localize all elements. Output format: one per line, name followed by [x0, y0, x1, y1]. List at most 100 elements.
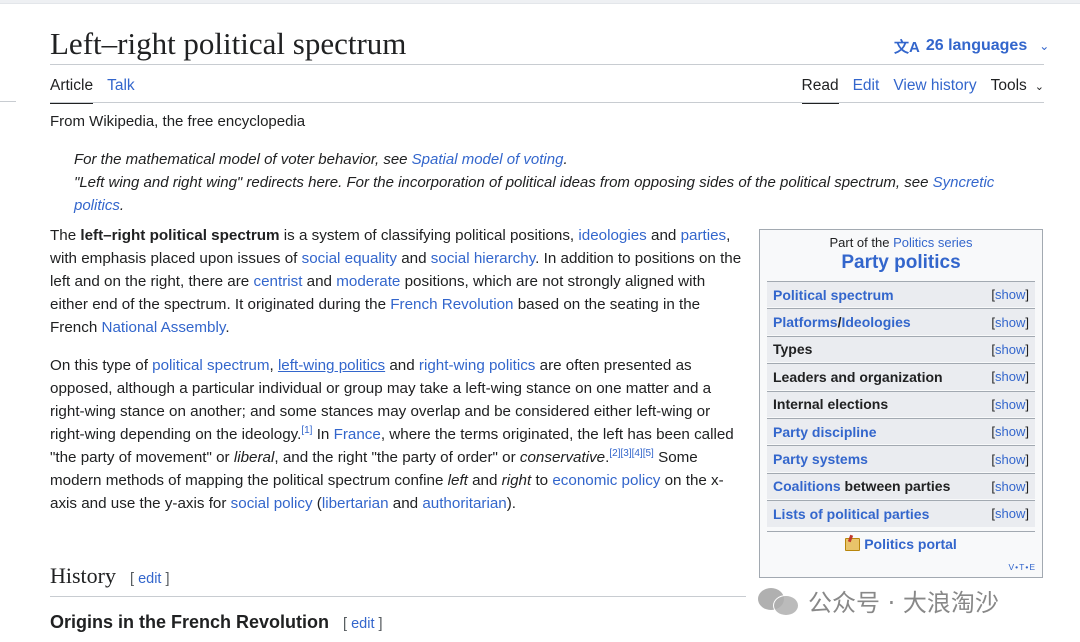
link-moderate[interactable]: moderate	[336, 273, 400, 290]
sidebar-row-party-discipline[interactable]: Party discipline [show]	[767, 417, 1035, 445]
sidebar-row-platforms-ideologies[interactable]: Platforms/Ideologies [show]	[767, 308, 1035, 335]
bracket: ]	[1025, 506, 1029, 522]
text: between parties	[840, 478, 951, 495]
show-link[interactable]: show	[995, 369, 1025, 384]
tab-edit[interactable]: Edit	[853, 76, 880, 102]
tab-article[interactable]: Article	[50, 76, 94, 104]
text: On this type of	[50, 357, 153, 374]
sidebar-title[interactable]: Party politics	[760, 252, 1042, 274]
show-link[interactable]: show	[995, 479, 1025, 494]
chevron-down-icon: ⌄	[1039, 39, 1050, 53]
edit-template-link[interactable]: E	[1029, 562, 1036, 572]
sidebar-link[interactable]: Party discipline	[773, 424, 876, 440]
bracket: ]	[1025, 478, 1029, 494]
show-toggle[interactable]: [show]	[991, 424, 1029, 439]
show-link[interactable]: show	[995, 506, 1025, 521]
text: .	[225, 319, 230, 336]
show-link[interactable]: show	[995, 315, 1025, 330]
edit-link[interactable]: edit	[138, 571, 161, 587]
link-french-revolution[interactable]: French Revolution	[390, 296, 513, 313]
text: ).	[506, 495, 517, 512]
sidebar-link[interactable]: Ideologies	[841, 314, 910, 330]
link-left-wing-politics[interactable]: left-wing politics	[278, 357, 385, 374]
watermark-text: 公众号 · 大浪淘沙	[808, 588, 999, 617]
sidebar-row-types[interactable]: Types [show]	[767, 335, 1035, 363]
text: is a system of classifying political pos…	[279, 227, 579, 244]
sidebar-link[interactable]: Political spectrum	[773, 287, 894, 303]
show-link[interactable]: show	[995, 342, 1025, 357]
show-link[interactable]: show	[995, 397, 1025, 412]
page-title: Left–right political spectrum	[50, 26, 407, 61]
edit-link[interactable]: edit	[351, 616, 374, 632]
citation-ref[interactable]: [1]	[301, 425, 312, 436]
politics-sidebar: Part of the Politics series Party politi…	[759, 229, 1043, 578]
link-ideologies[interactable]: ideologies	[578, 227, 646, 244]
bracket: ]	[1025, 451, 1029, 467]
link-social-policy[interactable]: social policy	[231, 495, 313, 512]
bracket: ]	[161, 571, 170, 587]
link-right-wing-politics[interactable]: right-wing politics	[419, 357, 535, 374]
link-libertarian[interactable]: libertarian	[322, 495, 389, 512]
text: Part of the	[829, 235, 894, 250]
sidebar-link[interactable]: Coalitions	[773, 478, 841, 494]
link-national-assembly[interactable]: National Assembly	[102, 319, 226, 336]
language-button[interactable]: 文A 26 languages ⌄	[894, 34, 1049, 58]
sidebar-row-lists-parties[interactable]: Lists of political parties [show]	[767, 500, 1035, 527]
show-toggle[interactable]: [show]	[991, 452, 1029, 467]
heading-text: History	[50, 563, 116, 588]
link-social-hierarchy[interactable]: social hierarchy	[431, 250, 535, 267]
link-france[interactable]: France	[334, 426, 381, 443]
wechat-logo-icon	[756, 584, 800, 616]
link-political-spectrum[interactable]: political spectrum	[152, 357, 269, 374]
site-tagline: From Wikipedia, the free encyclopedia	[50, 113, 306, 130]
sidebar-link[interactable]: Lists of political parties	[773, 506, 929, 522]
show-toggle[interactable]: [show]	[991, 287, 1029, 302]
link-authoritarian[interactable]: authoritarian	[422, 495, 506, 512]
show-link[interactable]: show	[995, 287, 1025, 302]
sidebar-row-leaders[interactable]: Leaders and organization [show]	[767, 363, 1035, 390]
sidebar-link[interactable]: Party systems	[773, 451, 868, 467]
show-toggle[interactable]: [show]	[991, 369, 1029, 384]
view-tabs: Read Edit View history Tools ⌄	[788, 76, 1044, 104]
text: (	[312, 495, 322, 512]
citation-refs[interactable]: [2][3][4][5]	[609, 448, 653, 459]
sidebar-label: Leaders and organization	[773, 368, 943, 385]
link-spatial-model[interactable]: Spatial model of voting	[412, 151, 564, 168]
sidebar-row-internal-elections[interactable]: Internal elections [show]	[767, 390, 1035, 417]
article-body: The left–right political spectrum is a s…	[50, 224, 742, 530]
show-toggle[interactable]: [show]	[991, 315, 1029, 330]
sidebar-row-political-spectrum[interactable]: Political spectrum [show]	[767, 281, 1035, 308]
sidebar-list: Political spectrum [show] Platforms/Ideol…	[767, 281, 1035, 528]
link-social-equality[interactable]: social equality	[302, 250, 397, 267]
bracket: [	[130, 571, 139, 587]
bracket: ]	[1025, 341, 1029, 357]
sidebar-label: Types	[773, 341, 813, 358]
link-parties[interactable]: parties	[681, 227, 727, 244]
sidebar-row-party-systems[interactable]: Party systems [show]	[767, 445, 1035, 472]
paragraph-second: On this type of political spectrum, left…	[50, 354, 742, 515]
show-link[interactable]: show	[995, 424, 1025, 439]
tab-read[interactable]: Read	[801, 76, 839, 104]
vte-links: V•T•E	[1008, 562, 1036, 572]
show-link[interactable]: show	[995, 452, 1025, 467]
hatnote-line: "Left wing and right wing" redirects her…	[74, 171, 1014, 217]
bracket: [	[343, 616, 352, 632]
tab-view-history[interactable]: View history	[893, 76, 976, 102]
text: ,	[269, 357, 278, 374]
link-economic-policy[interactable]: economic policy	[552, 472, 660, 489]
link-centrist[interactable]: centrist	[253, 273, 302, 290]
sidebar-row-coalitions[interactable]: Coalitions between parties [show]	[767, 472, 1035, 500]
title-divider	[50, 64, 1044, 65]
tools-menu[interactable]: Tools ⌄	[991, 76, 1044, 102]
politics-portal-link[interactable]: Politics portal	[767, 531, 1035, 556]
show-toggle[interactable]: [show]	[991, 342, 1029, 357]
tab-talk[interactable]: Talk	[107, 76, 135, 102]
italic-term: conservative	[519, 449, 606, 466]
bracket: ]	[374, 616, 383, 632]
show-toggle[interactable]: [show]	[991, 506, 1029, 521]
link-politics-series[interactable]: Politics series	[893, 235, 972, 250]
hatnote: For the mathematical model of voter beha…	[74, 148, 1014, 217]
show-toggle[interactable]: [show]	[991, 479, 1029, 494]
show-toggle[interactable]: [show]	[991, 397, 1029, 412]
sidebar-link[interactable]: Platforms	[773, 314, 838, 330]
